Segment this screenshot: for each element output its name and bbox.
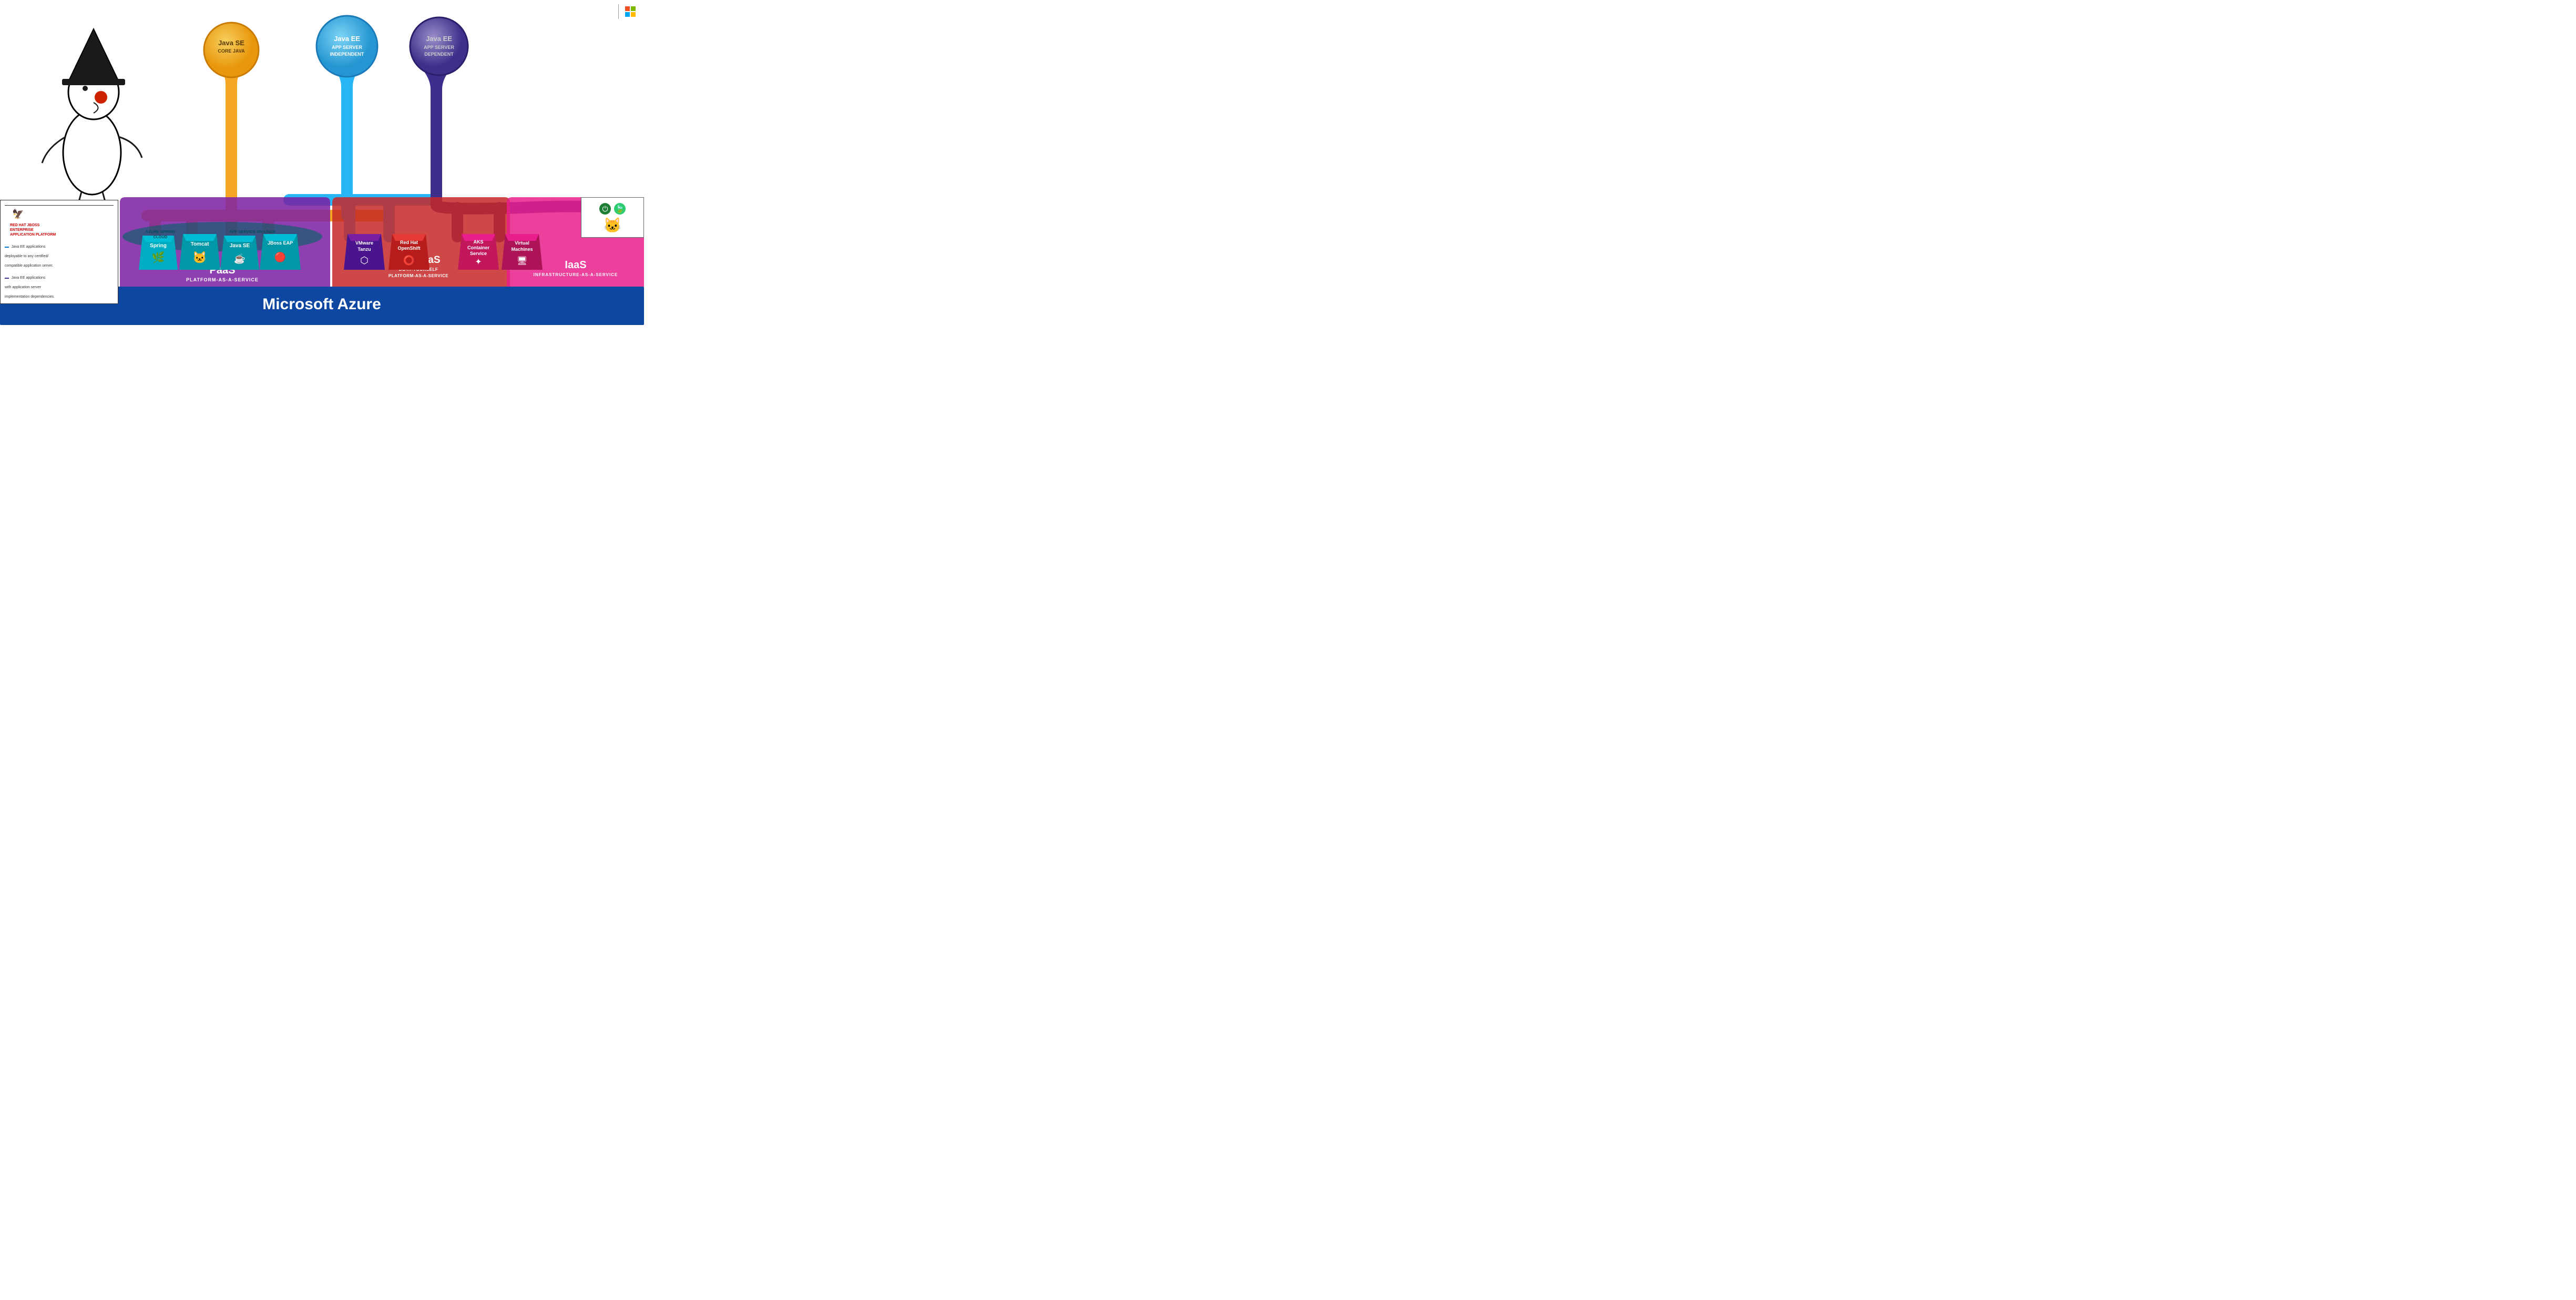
svg-text:INDEPENDENT: INDEPENDENT: [330, 52, 364, 57]
svg-text:VMware: VMware: [355, 240, 373, 246]
svg-text:🐱: 🐱: [192, 251, 207, 264]
app-servers-title: [5, 204, 114, 206]
svg-text:Tomcat: Tomcat: [191, 241, 209, 247]
svg-text:☕: ☕: [234, 253, 246, 264]
svg-text:Red Hat: Red Hat: [400, 240, 418, 245]
svg-text:APP SERVER: APP SERVER: [424, 45, 454, 50]
svg-text:AKS: AKS: [473, 239, 483, 245]
svg-text:IaaS: IaaS: [565, 259, 586, 271]
svg-text:DO-IT-YOURSELF: DO-IT-YOURSELF: [399, 267, 438, 272]
power-icon: ⏻: [599, 203, 611, 215]
dependent-badge: [5, 278, 9, 279]
cup-openshift: Red Hat OpenShift ⭕: [389, 234, 430, 270]
svg-text:INFRASTRUCTURE-AS-A-SERVICE: INFRASTRUCTURE-AS-A-SERVICE: [534, 272, 618, 277]
dependent-desc: Java EE applicationswith application ser…: [5, 276, 55, 299]
core-java-box: ⏻ 🍃 🐱: [581, 197, 644, 238]
dependent-section: Java EE applicationswith application ser…: [5, 272, 114, 300]
svg-text:CLOUD: CLOUD: [154, 235, 168, 239]
svg-text:APP SERVICE ON LINUX: APP SERVICE ON LINUX: [229, 229, 275, 234]
svg-text:JBoss EAP: JBoss EAP: [268, 240, 293, 246]
app-servers-row-2: RED HAT JBOSSENTERPRISEAPPLICATION PLATF…: [5, 223, 114, 238]
svg-text:Microsoft Azure: Microsoft Azure: [262, 296, 381, 313]
cup-vm: Virtual Machines 🖥: [502, 234, 543, 270]
cup-javase: Java SE ☕: [220, 236, 259, 270]
svg-text:Java SE: Java SE: [230, 243, 250, 249]
svg-text:PLATFORM-AS-A-SERVICE: PLATFORM-AS-A-SERVICE: [186, 277, 259, 282]
leaf-icon: 🍃: [614, 203, 626, 215]
app-servers-box: 🦅 RED HAT JBOSSENTERPRISEAPPLICATION PLA…: [0, 200, 118, 304]
svg-text:Service: Service: [470, 251, 487, 256]
svg-text:Java EE: Java EE: [334, 35, 360, 43]
svg-text:Java SE: Java SE: [218, 39, 244, 47]
ms-yellow-square: [631, 12, 636, 17]
svg-text:⭕: ⭕: [403, 255, 415, 266]
svg-text:Virtual: Virtual: [515, 240, 529, 246]
cup-vmware: VMware Tanzu ⬡: [344, 234, 385, 270]
independent-badge: [5, 247, 9, 248]
svg-text:Spring: Spring: [150, 243, 167, 249]
svg-text:Java EE: Java EE: [426, 35, 452, 43]
svg-text:🖥: 🖥: [517, 256, 527, 266]
header: [612, 4, 639, 19]
core-java-icons: ⏻ 🍃: [585, 203, 640, 215]
app-servers-row-1: 🦅: [5, 209, 114, 220]
svg-text:DEPENDENT: DEPENDENT: [424, 52, 454, 57]
cup-spring: Spring 🌿: [139, 236, 178, 270]
svg-text:DIY PaaS: DIY PaaS: [396, 255, 440, 266]
svg-text:Tanzu: Tanzu: [357, 247, 371, 252]
svg-text:PaaS: PaaS: [210, 265, 236, 276]
svg-text:🌿: 🌿: [152, 251, 165, 263]
svg-text:⬡: ⬡: [360, 255, 369, 266]
cup-tomcat: Tomcat 🐱: [179, 234, 220, 270]
ms-green-square: [631, 6, 636, 11]
independent-desc: Java EE applicationsdeployable to any ce…: [5, 245, 53, 268]
independent-section: Java EE applicationsdeployable to any ce…: [5, 241, 114, 269]
svg-text:APP SERVER: APP SERVER: [332, 45, 362, 50]
cup-aks: AKS Container Service ✦: [458, 234, 499, 270]
svg-text:PLATFORM-AS-A-SERVICE: PLATFORM-AS-A-SERVICE: [389, 273, 448, 278]
microsoft-logo: [625, 6, 639, 17]
redhat-logo: RED HAT JBOSSENTERPRISEAPPLICATION PLATF…: [10, 223, 56, 238]
ms-red-square: [625, 6, 630, 11]
ms-squares-icon: [625, 6, 636, 17]
svg-text:OpenShift: OpenShift: [398, 246, 421, 251]
svg-text:Container: Container: [467, 245, 490, 250]
cup-jboss: JBoss EAP 🔴: [260, 234, 301, 270]
svg-text:🔴: 🔴: [274, 251, 286, 262]
svg-text:✦: ✦: [475, 258, 482, 267]
svg-text:CORE JAVA: CORE JAVA: [218, 48, 245, 54]
header-divider: [618, 4, 619, 19]
ms-blue-square: [625, 12, 630, 17]
svg-text:AZURE SPRING: AZURE SPRING: [146, 229, 176, 234]
cat-icon: 🐱: [585, 217, 640, 234]
svg-text:Machines: Machines: [511, 247, 533, 252]
